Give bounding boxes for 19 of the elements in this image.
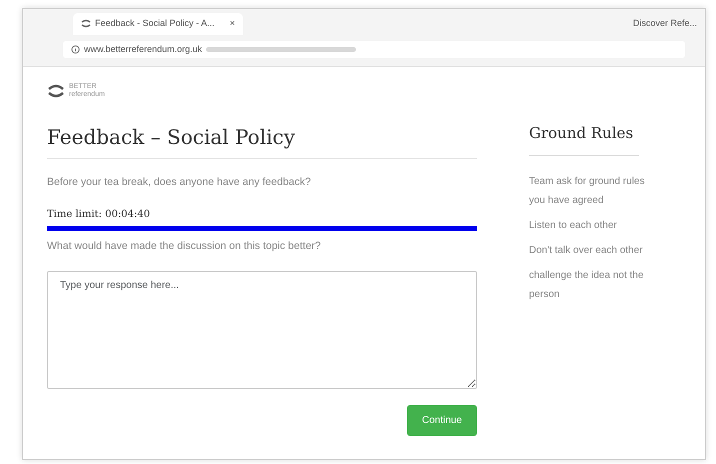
sidebar-title: Ground Rules bbox=[529, 122, 639, 156]
ground-rule: Don't talk over each other bbox=[529, 244, 644, 258]
ground-rule: Team ask for ground rules you have agreed bbox=[529, 174, 646, 208]
address-bar[interactable]: www.betterreferendum.org.uk bbox=[63, 40, 685, 58]
ground-rule: challenge the idea not the person bbox=[529, 268, 645, 302]
page-title: Feedback – Social Policy bbox=[47, 122, 477, 160]
intro-text: Before your tea break, does anyone have any feedback? bbox=[47, 175, 312, 190]
ground-rule: Listen to each other bbox=[529, 218, 618, 233]
url-text: www.betterreferendum.org.uk bbox=[84, 42, 202, 56]
question-text: What would have made the discussion on this topic better? bbox=[47, 239, 322, 254]
info-icon bbox=[71, 44, 80, 54]
tab-title: Feedback - Social Policy - A... bbox=[95, 17, 215, 30]
browser-tab[interactable]: Feedback - Social Policy - A... × bbox=[73, 13, 243, 34]
profile-label[interactable]: Discover Refe... bbox=[632, 17, 697, 30]
answer-box[interactable]: Type your response here... bbox=[47, 270, 477, 389]
logo-icon bbox=[47, 84, 65, 98]
close-tab-button[interactable]: × bbox=[230, 17, 235, 30]
site-icon bbox=[81, 19, 91, 28]
time-limit-label: Time limit: 00:04:40 bbox=[47, 208, 152, 222]
